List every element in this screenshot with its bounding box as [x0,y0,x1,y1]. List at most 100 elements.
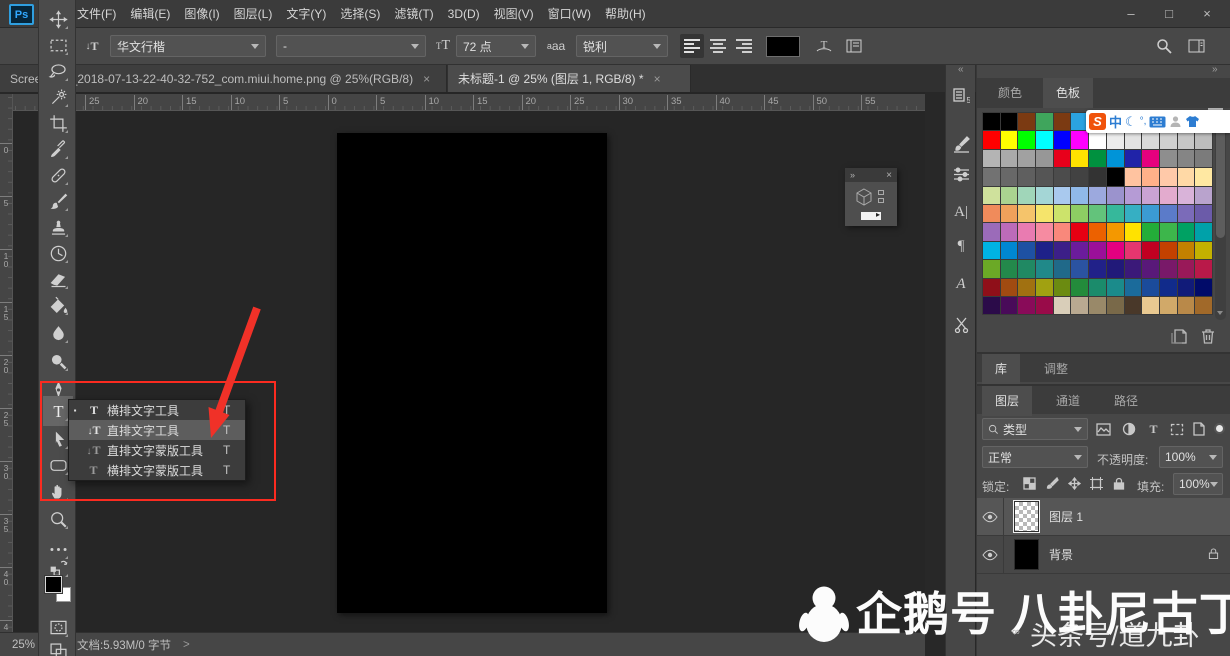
font-style-select[interactable]: - [276,35,426,57]
color-swatch[interactable] [1107,205,1124,222]
tab-close-icon[interactable]: × [423,72,430,86]
brush-settings-panel-icon[interactable] [949,132,973,156]
color-swatch[interactable] [1036,279,1053,296]
menu-item-5[interactable]: 选择(S) [333,0,387,28]
color-swatch[interactable] [1178,150,1195,167]
color-swatch[interactable] [1071,168,1088,185]
dodge-tool[interactable] [47,350,69,372]
color-swatch[interactable] [1018,187,1035,204]
filter-toggle-icon[interactable] [1214,423,1225,434]
color-swatch[interactable] [1018,279,1035,296]
color-swatch[interactable] [983,223,1000,240]
document-tab-active[interactable]: 未标题-1 @ 25% (图层 1, RGB/8) *× [448,65,691,92]
color-swatch[interactable] [1089,297,1106,314]
color-swatch[interactable] [1160,131,1177,148]
color-swatch[interactable] [1089,279,1106,296]
color-swatch[interactable] [1089,223,1106,240]
color-swatch[interactable] [1195,223,1212,240]
color-swatch[interactable] [1107,260,1124,277]
color-swatch[interactable] [1195,260,1212,277]
lock-artboard-icon[interactable] [1088,475,1105,491]
color-swatch[interactable] [1160,187,1177,204]
blend-mode-select[interactable]: 正常 [982,446,1088,468]
color-swatch[interactable] [1107,187,1124,204]
layer-name[interactable]: 图层 1 [1049,508,1083,525]
color-swatch[interactable] [1018,242,1035,259]
menu-item-9[interactable]: 窗口(W) [541,0,598,28]
color-swatch[interactable] [1125,131,1142,148]
color-swatch[interactable] [1160,223,1177,240]
color-swatch[interactable] [1107,223,1124,240]
color-swatch[interactable] [983,168,1000,185]
color-swatch[interactable] [1142,205,1159,222]
color-swatch[interactable] [1071,260,1088,277]
color-swatch[interactable] [1178,187,1195,204]
color-swatch[interactable] [1178,279,1195,296]
sogou-logo-icon[interactable]: S [1089,113,1106,130]
color-swatch[interactable] [1178,223,1195,240]
new-swatch-icon[interactable] [1171,329,1187,344]
lock-transparency-icon[interactable] [1021,475,1038,491]
color-swatch[interactable] [1107,150,1124,167]
color-swatch[interactable] [1036,223,1053,240]
color-swatch[interactable] [1071,187,1088,204]
tab-color[interactable]: 颜色 [985,78,1035,108]
color-swatch[interactable] [1107,279,1124,296]
color-swatch[interactable] [1054,297,1071,314]
color-swatch[interactable] [1071,150,1088,167]
person-icon[interactable] [1169,115,1182,128]
move-tool[interactable] [47,8,69,30]
color-swatch[interactable] [983,150,1000,167]
align-center-button[interactable] [706,34,730,58]
color-swatch[interactable] [1036,113,1053,130]
color-swatch[interactable] [1125,168,1142,185]
color-swatch[interactable] [1107,242,1124,259]
color-swatch[interactable] [1125,260,1142,277]
color-swatch[interactable] [1178,242,1195,259]
layer-name[interactable]: 背景 [1049,546,1073,563]
layer-thumbnail[interactable] [1014,501,1039,532]
color-swatch[interactable] [1001,113,1018,130]
foreground-background-colors[interactable] [45,576,75,606]
color-swatch[interactable] [1107,131,1124,148]
color-swatch[interactable] [1178,131,1195,148]
menu-item-1[interactable]: 编辑(E) [123,0,177,28]
brush-tool[interactable] [47,190,69,212]
color-swatch[interactable] [1054,242,1071,259]
color-swatch[interactable] [1142,150,1159,167]
opacity-value[interactable]: 100% [1159,446,1223,468]
color-swatch[interactable] [1036,150,1053,167]
color-swatch[interactable] [1071,297,1088,314]
panel-collapse-icon[interactable]: » [850,170,855,180]
anti-alias-select[interactable]: 锐利 [576,35,668,57]
zoom-level-field[interactable]: 25% [12,639,35,651]
layer-thumbnail[interactable] [1014,539,1039,570]
color-swatch[interactable] [1018,223,1035,240]
color-swatch[interactable] [1001,223,1018,240]
color-swatch[interactable] [1125,187,1142,204]
text-color-swatch[interactable] [766,36,800,57]
color-swatch[interactable] [1054,279,1071,296]
filter-adjustment-icon[interactable] [1120,421,1137,437]
floating-3d-panel[interactable]: » × ▸ [845,168,897,226]
color-swatch[interactable] [1018,113,1035,130]
font-size-select[interactable]: 72 点 [456,35,536,57]
color-swatch[interactable] [1071,242,1088,259]
search-icon[interactable] [1152,35,1176,57]
color-swatch[interactable] [1142,168,1159,185]
color-swatch[interactable] [983,297,1000,314]
align-left-button[interactable] [680,34,704,58]
filter-image-icon[interactable] [1095,421,1112,437]
character-panel-icon[interactable]: A| [949,200,973,224]
visibility-eye-icon[interactable] [977,498,1004,536]
color-swatch[interactable] [1178,205,1195,222]
color-swatch[interactable] [1036,260,1053,277]
color-swatch[interactable] [1054,260,1071,277]
color-swatch[interactable] [1142,242,1159,259]
color-swatch[interactable] [1018,168,1035,185]
quick-selection-tool[interactable] [47,86,69,108]
swap-colors-icon[interactable] [47,556,69,578]
moon-icon[interactable]: ☾ [1125,114,1137,130]
layer-row[interactable]: 图层 1 [977,498,1230,536]
keyboard-icon[interactable] [1149,116,1166,128]
